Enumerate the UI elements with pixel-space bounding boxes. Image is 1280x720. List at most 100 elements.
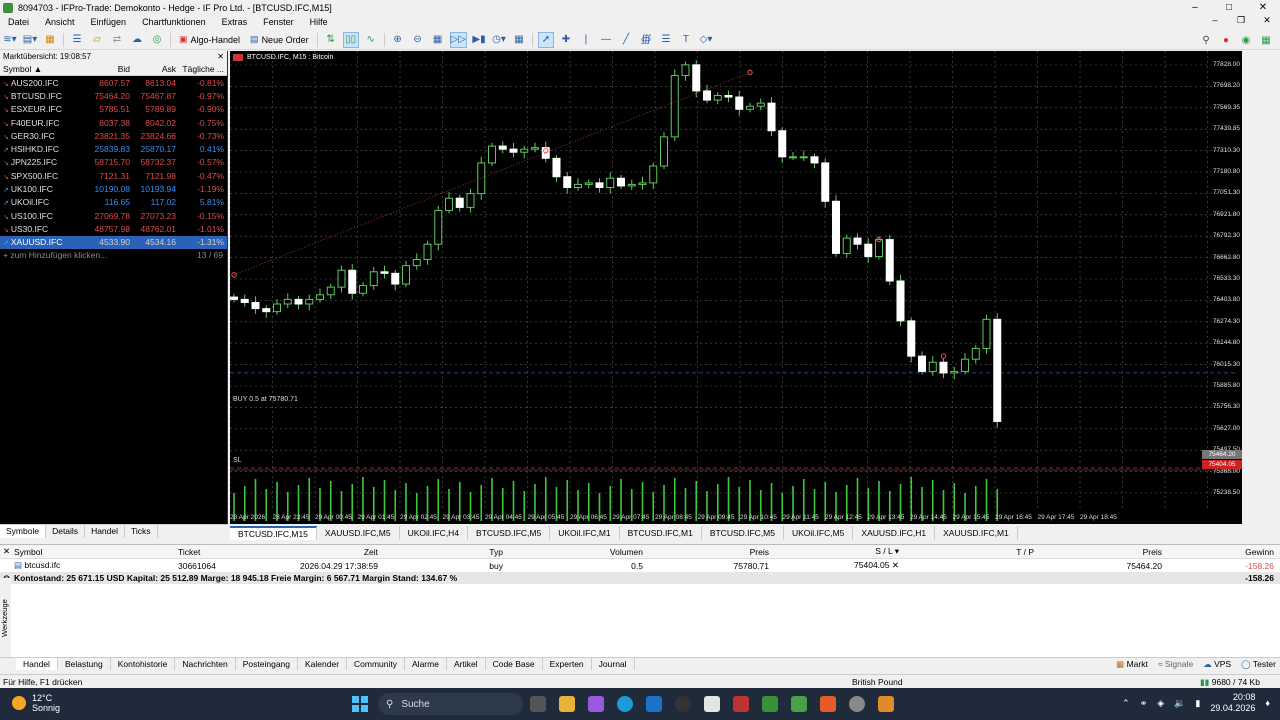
mdi-minimize-button[interactable]: – bbox=[1202, 15, 1228, 26]
row-sl[interactable]: 75404.05 ✕ bbox=[769, 560, 899, 571]
tile-windows-icon[interactable]: ▦ bbox=[430, 32, 446, 48]
tab-symbole[interactable]: Symbole bbox=[0, 525, 47, 538]
zoom-in-icon[interactable]: ⊕ bbox=[390, 32, 406, 48]
buy-position-label[interactable]: BUY 0.5 at 75780.71 bbox=[233, 396, 298, 403]
market-watch-icon[interactable]: ☰ bbox=[69, 32, 85, 48]
search-icon[interactable]: ⚲ bbox=[1198, 32, 1214, 48]
volume-icon[interactable]: 🔉 bbox=[1174, 698, 1185, 709]
metatrader-icon[interactable] bbox=[762, 696, 778, 712]
market-watch-row[interactable]: ↘ JPN225.IFC 58715.70 58732.37 -0.57% bbox=[0, 156, 227, 169]
clock[interactable]: 20:08 29.04.2026 bbox=[1210, 692, 1255, 714]
chart-type-icon[interactable]: ≋▾ bbox=[2, 32, 18, 48]
stop-loss-label[interactable]: SL bbox=[233, 457, 242, 464]
mdi-restore-button[interactable]: ❐ bbox=[1228, 15, 1254, 26]
close-icon[interactable]: ✕ bbox=[217, 51, 224, 62]
channel-icon[interactable]: ∰ bbox=[638, 32, 654, 48]
text-icon[interactable]: T bbox=[678, 32, 694, 48]
vertical-line-icon[interactable]: ❘ bbox=[578, 32, 594, 48]
task-view-icon[interactable] bbox=[530, 696, 546, 712]
line-chart-icon[interactable]: ∿ bbox=[363, 32, 379, 48]
col-profit[interactable]: Gewinn bbox=[1162, 547, 1274, 557]
chart-tab[interactable]: UKOil.IFC,M5 bbox=[784, 526, 854, 540]
chart-tab[interactable]: BTCUSD.IFC,M1 bbox=[620, 526, 702, 540]
market-watch-row[interactable]: ↘ BTCUSD.IFC 75464.20 75467.87 -0.97% bbox=[0, 89, 227, 102]
chart-tab[interactable]: BTCUSD.IFC,M15 bbox=[230, 526, 317, 540]
brave-icon[interactable] bbox=[820, 696, 836, 712]
templates-icon[interactable]: ▦ bbox=[511, 32, 527, 48]
menu-ansicht[interactable]: Ansicht bbox=[37, 17, 83, 27]
toolbox-tab[interactable]: Community bbox=[347, 658, 406, 670]
data-window-icon[interactable]: ⇄ bbox=[109, 32, 125, 48]
market-watch-row[interactable]: ↗ HSIHKD.IFC 25839.83 25870.17 0.41% bbox=[0, 142, 227, 155]
col-time[interactable]: Zeit bbox=[278, 547, 378, 557]
toolbox-tab[interactable]: Nachrichten bbox=[175, 658, 236, 670]
toolbox-tab[interactable]: Artikel bbox=[447, 658, 486, 670]
column-symbol[interactable]: Symbol ▲ bbox=[0, 64, 78, 74]
market-watch-row[interactable]: ↗ UKOil.IFC 116.65 117.02 5.81% bbox=[0, 196, 227, 209]
col-sl[interactable]: S / L ▾ bbox=[769, 546, 899, 557]
vps-link[interactable]: ☁ VPS bbox=[1203, 658, 1231, 671]
market-watch-row[interactable]: ↘ ESXEUR.IFC 5785.51 5789.89 -0.90% bbox=[0, 103, 227, 116]
menu-einfuegen[interactable]: Einfügen bbox=[83, 17, 135, 27]
col-cur-price[interactable]: Preis bbox=[1034, 547, 1162, 557]
mt5-icon[interactable]: ▦ bbox=[1258, 32, 1274, 48]
menu-chartfunktionen[interactable]: Chartfunktionen bbox=[134, 17, 214, 27]
microphone-icon[interactable]: ⚭ bbox=[1140, 698, 1148, 709]
metatrader2-icon[interactable] bbox=[791, 696, 807, 712]
copilot-icon[interactable] bbox=[588, 696, 604, 712]
trendline-icon[interactable]: ╱ bbox=[618, 32, 634, 48]
col-type[interactable]: Typ bbox=[378, 547, 503, 557]
col-tp[interactable]: T / P bbox=[899, 547, 1034, 557]
cloud-icon[interactable]: ☁ bbox=[129, 32, 145, 48]
chart-tab[interactable]: BTCUSD.IFC,M5 bbox=[702, 526, 784, 540]
battery-icon[interactable]: ▮ bbox=[1195, 698, 1200, 709]
chart-window[interactable]: BTCUSD.IFC, M15 : Bitcoin BUY 0.5 at 757… bbox=[230, 51, 1242, 524]
col-price[interactable]: Preis bbox=[643, 547, 769, 557]
chart-tab[interactable]: UKOil.IFC,H4 bbox=[400, 526, 469, 540]
mdi-close-button[interactable]: ✕ bbox=[1254, 15, 1280, 26]
toolbox-tab[interactable]: Kalender bbox=[298, 658, 348, 670]
chart-tab[interactable]: UKOil.IFC,M1 bbox=[550, 526, 620, 540]
chart-shift-icon[interactable]: ▶▮ bbox=[471, 32, 487, 48]
settings-icon[interactable] bbox=[849, 696, 865, 712]
market-watch-row[interactable]: ↘ US30.IFC 48757.98 48762.01 -1.01% bbox=[0, 222, 227, 235]
file-explorer-icon[interactable] bbox=[559, 696, 575, 712]
bar-chart-icon[interactable]: ⇅ bbox=[323, 32, 339, 48]
edge-icon[interactable] bbox=[617, 696, 633, 712]
menu-hilfe[interactable]: Hilfe bbox=[302, 17, 336, 27]
network-icon[interactable]: ◈ bbox=[1157, 698, 1164, 709]
close-icon[interactable]: ✕ bbox=[0, 546, 14, 557]
shapes-icon[interactable]: ◇▾ bbox=[698, 32, 714, 48]
column-ask[interactable]: Ask bbox=[133, 64, 179, 74]
periods-icon[interactable]: ◷▾ bbox=[491, 32, 507, 48]
chart-tab[interactable]: BTCUSD.IFC,M5 bbox=[468, 526, 551, 540]
chart-tab[interactable]: XAUUSD.IFC,M5 bbox=[317, 526, 400, 540]
tab-handel[interactable]: Handel bbox=[85, 525, 125, 538]
column-bid[interactable]: Bid bbox=[78, 64, 133, 74]
toolbox-side-tab[interactable]: Werkzeuge bbox=[0, 578, 11, 658]
market-watch-row[interactable]: ↘ F40EUR.IFC 8037.38 8042.02 -0.75% bbox=[0, 116, 227, 129]
start-button[interactable] bbox=[352, 696, 368, 712]
wallet-icon[interactable]: ▦ bbox=[42, 32, 58, 48]
maximize-button[interactable]: □ bbox=[1212, 0, 1246, 15]
toolbox-tab[interactable]: Handel bbox=[16, 658, 58, 670]
table-row[interactable]: ▤ btcusd.ifc 30661064 2026.04.29 17:38:5… bbox=[0, 559, 1280, 572]
toolbox-tab[interactable]: Journal bbox=[592, 658, 635, 670]
globe-icon[interactable]: ◎ bbox=[149, 32, 165, 48]
remove-sl-icon[interactable]: ✕ bbox=[892, 560, 899, 570]
toolbox-tab[interactable]: Alarme bbox=[405, 658, 447, 670]
toolbox-tab[interactable]: Posteingang bbox=[236, 658, 298, 670]
col-volume[interactable]: Volumen bbox=[503, 547, 643, 557]
market-watch-row[interactable]: ↘ GER30.IFC 23821.35 23824.66 -0.73% bbox=[0, 129, 227, 142]
notifications-icon[interactable]: ● bbox=[1218, 32, 1234, 48]
chart-tab[interactable]: XAUUSD.IFC,H1 bbox=[853, 526, 936, 540]
taskbar-search[interactable]: ⚲ Suche bbox=[378, 693, 523, 715]
market-watch-row[interactable]: ↗ UK100.IFC 10190.08 10193.94 -1.19% bbox=[0, 182, 227, 195]
market-link[interactable]: ▦ Markt bbox=[1116, 658, 1148, 671]
minimize-button[interactable]: – bbox=[1178, 0, 1212, 15]
price-chart[interactable] bbox=[230, 51, 1242, 524]
algo-trading-button[interactable]: ▣ Algo-Handel bbox=[176, 32, 243, 48]
autoscroll-icon[interactable]: ▷▷ bbox=[449, 31, 467, 48]
notification-bell-icon[interactable]: ♦ bbox=[1265, 698, 1270, 708]
crosshair-icon[interactable]: ✚ bbox=[558, 32, 574, 48]
